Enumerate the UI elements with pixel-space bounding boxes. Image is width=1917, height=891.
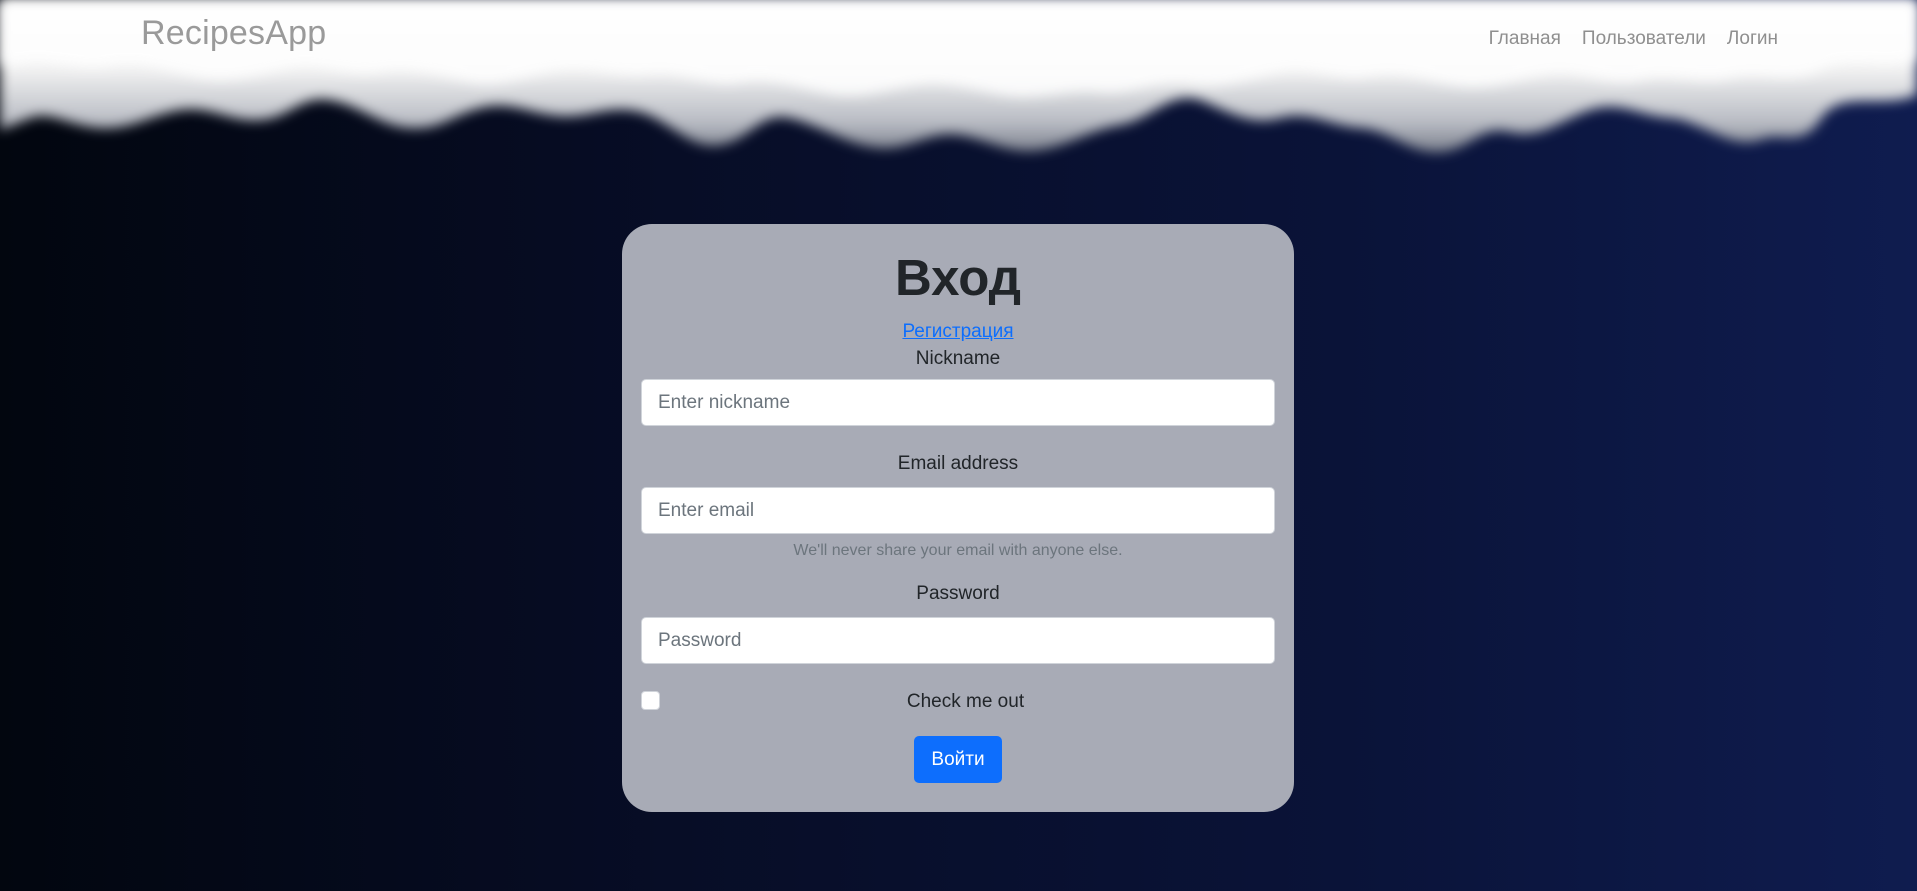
email-help-text: We'll never share your email with anyone… [793, 542, 1123, 559]
password-label: Password [916, 583, 1000, 604]
password-group: Password [641, 582, 1275, 664]
email-group: Email address We'll never share your ema… [641, 452, 1275, 560]
login-button[interactable]: Войти [914, 736, 1002, 783]
page-title: Вход [894, 249, 1022, 306]
nav-links: Главная Пользователи Логин [1489, 28, 1778, 50]
nickname-group: Nickname [641, 347, 1275, 426]
nav-link-home[interactable]: Главная [1489, 28, 1561, 50]
nickname-input[interactable] [641, 379, 1275, 426]
remember-row: Check me out [641, 689, 1275, 715]
remember-checkbox[interactable] [641, 691, 660, 710]
email-label: Email address [897, 453, 1019, 474]
register-link[interactable]: Регистрация [902, 321, 1013, 343]
login-card: Вход Регистрация Nickname Email address … [622, 224, 1294, 812]
email-input[interactable] [641, 487, 1275, 534]
nav-link-login[interactable]: Логин [1727, 28, 1778, 50]
navbar: RecipesApp Главная Пользователи Логин [0, 0, 1917, 72]
nav-link-users[interactable]: Пользователи [1582, 28, 1706, 50]
brand-logo[interactable]: RecipesApp [141, 14, 326, 53]
remember-label: Check me out [906, 691, 1025, 712]
nickname-label: Nickname [915, 348, 1001, 369]
password-input[interactable] [641, 617, 1275, 664]
